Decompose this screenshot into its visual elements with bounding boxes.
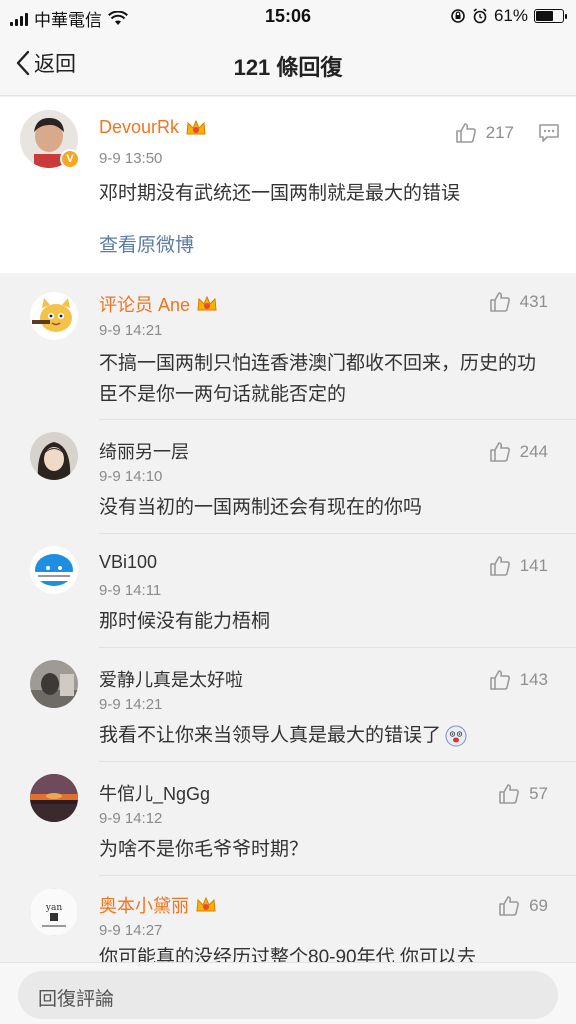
reply-bar: 回復評論	[0, 962, 576, 1024]
comment-text: 为啥不是你毛爷爷时期？	[99, 839, 309, 860]
vip-crown-icon	[186, 119, 206, 134]
comment-time: 9-9 14:12	[99, 810, 163, 827]
username-text: 牛倌儿_NgGg	[99, 784, 211, 804]
view-original-link[interactable]: 查看原微博	[99, 230, 194, 257]
username[interactable]: 牛倌儿_NgGg	[99, 780, 210, 806]
like-count: 217	[485, 123, 514, 142]
status-right: 61%	[450, 6, 567, 26]
battery-percent: 61%	[493, 6, 528, 25]
comment-time: 9-9 13:50	[99, 150, 163, 167]
like-count: 141	[519, 556, 548, 575]
username-text: 奥本小黛丽	[99, 896, 189, 916]
thumbs-up-icon	[489, 670, 510, 690]
nav-bar: 返回 121 條回復	[0, 34, 576, 96]
thumbs-up-icon	[499, 784, 519, 804]
like-button[interactable]: 57	[497, 782, 548, 806]
avatar[interactable]	[30, 660, 78, 708]
username[interactable]: 评论员 Ane	[99, 291, 218, 317]
username[interactable]: 奥本小黛丽	[99, 892, 217, 918]
comment-text: 不搞一国两制只怕连香港澳门都收不回来，历史的功臣不是你一两句话就能否定的	[99, 353, 537, 405]
list-item: yan 奥本小黛丽 9-9 14:27 69 你可能真的没经历过整个80-90年…	[0, 876, 576, 962]
like-count: 431	[519, 292, 548, 311]
like-button[interactable]: 431	[488, 290, 548, 314]
verified-badge-icon: V	[60, 149, 80, 169]
page-title: 121 條回復	[233, 55, 343, 80]
username[interactable]: 绮丽另一层	[99, 438, 189, 464]
battery-icon	[534, 9, 567, 23]
list-item: 评论员 Ane 9-9 14:21 431 不搞一国两制只怕连香港澳门都收不回来…	[0, 280, 576, 420]
emoji-icon	[445, 725, 467, 746]
reply-list[interactable]: 评论员 Ane 9-9 14:21 431 不搞一国两制只怕连香港澳门都收不回来…	[0, 280, 576, 962]
comment-text-content: 我看不让你来当领导人真是最大的错误了	[99, 725, 442, 746]
like-button[interactable]: 217	[454, 121, 514, 145]
list-item: 绮丽另一层 9-9 14:10 244 没有当初的一国两制还会有现在的你吗	[0, 420, 576, 534]
comment-time: 9-9 14:10	[99, 468, 163, 485]
vip-crown-icon	[197, 295, 217, 311]
orientation-lock-icon	[451, 9, 465, 23]
like-button[interactable]: 141	[488, 554, 548, 578]
username-text: 爱静儿真是太好啦	[99, 670, 243, 690]
avatar[interactable]	[30, 774, 78, 822]
username-text: VBi100	[99, 552, 158, 572]
reply-placeholder: 回復評論	[38, 989, 115, 1010]
like-count: 69	[529, 896, 548, 915]
username[interactable]: 爱静儿真是太好啦	[99, 666, 243, 692]
like-count: 143	[519, 670, 548, 689]
comment-text: 我看不让你来当领导人真是最大的错误了	[99, 720, 540, 751]
reply-input[interactable]: 回復評論	[18, 971, 558, 1019]
thumbs-up-icon	[489, 442, 510, 462]
comment-text: 你可能真的没经历过整个80-90年代 你可以去	[99, 947, 476, 962]
list-item: VBi100 9-9 14:11 141 那时候没有能力梧桐	[0, 534, 576, 648]
like-count: 244	[519, 442, 548, 461]
username-text: 评论员 Ane	[99, 295, 191, 315]
comment-text: 没有当初的一国两制还会有现在的你吗	[99, 497, 423, 518]
list-item: 爱静儿真是太好啦 9-9 14:21 143 我看不让你来当领导人真是最大的错误…	[0, 648, 576, 762]
thumbs-up-icon	[489, 556, 510, 576]
comment-time: 9-9 14:21	[99, 322, 163, 339]
username-text: 绮丽另一层	[99, 442, 189, 462]
comment-text: 邓时期没有武统还一国两制就是最大的错误	[99, 183, 461, 204]
username-text: DevourRk	[99, 117, 180, 137]
like-button[interactable]: 143	[488, 668, 548, 692]
thumbs-up-icon	[489, 292, 510, 312]
avatar[interactable]	[30, 432, 78, 480]
avatar[interactable]	[30, 546, 78, 594]
comment-text: 那时候没有能力梧桐	[99, 611, 271, 632]
thumbs-up-icon	[455, 123, 476, 143]
status-bar: 中華電信 15:06 61%	[0, 0, 576, 34]
vip-crown-icon	[196, 896, 216, 912]
username[interactable]: VBi100	[99, 552, 157, 573]
avatar[interactable]	[30, 292, 78, 340]
comment-time: 9-9 14:11	[99, 582, 162, 599]
like-count: 57	[529, 784, 548, 803]
battery-fill	[536, 11, 554, 21]
comment-time: 9-9 14:27	[99, 922, 163, 939]
like-button[interactable]: 244	[488, 440, 548, 464]
list-item: 牛倌儿_NgGg 9-9 14:12 57 为啥不是你毛爷爷时期？	[0, 762, 576, 876]
comment-icon[interactable]	[538, 123, 560, 143]
thumbs-up-icon	[499, 896, 519, 916]
username[interactable]: DevourRk	[99, 117, 207, 138]
like-button[interactable]: 69	[497, 894, 548, 918]
avatar[interactable]: yan	[30, 888, 78, 936]
original-comment: V DevourRk 9-9 13:50 217 邓时期没有武统还一国两制就是最…	[0, 97, 576, 273]
svg-text:yan: yan	[45, 903, 62, 913]
alarm-icon	[473, 8, 487, 24]
comment-time: 9-9 14:21	[99, 696, 163, 713]
